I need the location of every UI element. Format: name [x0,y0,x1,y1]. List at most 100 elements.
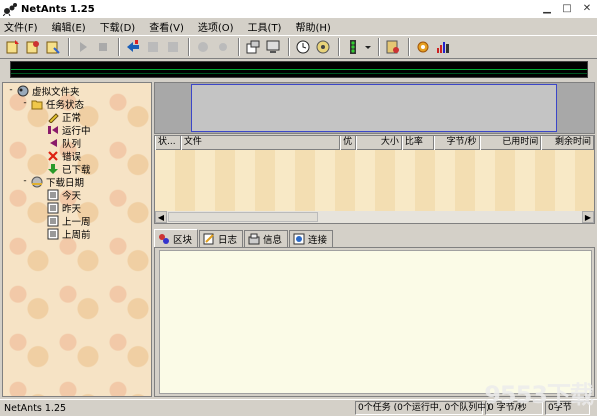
col-priority[interactable]: 优 [340,136,357,150]
calendar-icon [47,215,59,227]
download-arrow-icon [47,163,59,175]
list-header: 状... 文件 优 大小 比率 字节/秒 已用时间 剩余时间 [155,136,595,150]
watermark-logo: 9553下载 [484,381,594,409]
ant-icon [2,2,17,17]
ant-status-icon[interactable] [384,38,402,56]
calendar-icon [47,189,59,201]
new-task-icon[interactable] [4,38,22,56]
detail-tabs: 区块 日志 信息 连接 [154,229,595,247]
start-icon[interactable] [74,38,92,56]
toolbar [0,35,597,59]
copy-task-icon[interactable] [24,38,42,56]
connect-icon[interactable] [194,38,212,56]
tab-connections[interactable]: 连接 [289,230,334,247]
minimize-button[interactable]: ▁ [539,2,555,15]
collapse-toggle[interactable]: - [21,176,29,186]
status-tasks: 0个任务 (0个运行中, 0个队列中) [355,401,490,415]
paste-task-icon[interactable] [44,38,62,56]
monitor-icon[interactable] [264,38,282,56]
blocks-view[interactable] [159,250,592,394]
menu-file[interactable]: 文件(F) [4,19,38,34]
tree-item-before-last-week[interactable]: 上周前 [47,227,91,241]
traffic-light-icon[interactable] [344,38,362,56]
folder-icon [31,98,43,110]
tree-item-downloaded[interactable]: 已下载 [47,162,91,176]
title-bar: NetAnts 1.25 ▁ □ ✕ [0,0,597,18]
scroll-left-icon[interactable]: ◀ [155,211,167,223]
error-x-icon [47,150,59,162]
col-file[interactable]: 文件 [180,136,341,150]
pencil-icon [47,111,59,124]
list-body[interactable] [155,150,594,211]
tree-item-last-week[interactable]: 上一周 [47,214,91,228]
tree-item-normal[interactable]: 正常 [47,110,81,124]
tree-item-error[interactable]: 错误 [47,149,81,163]
tree-item-queue[interactable]: 队列 [47,136,81,150]
queue-icon [47,137,59,149]
options-gear-icon[interactable] [414,38,432,56]
tab-log[interactable]: 日志 [199,230,244,247]
calendar-icon [47,228,59,240]
toolbar-separator [238,38,240,56]
tree-task-status[interactable]: 任务状态 [31,97,84,111]
delete-icon[interactable] [164,38,182,56]
col-status[interactable]: 状... [155,136,181,150]
schedule-icon[interactable] [144,38,162,56]
col-remaining[interactable]: 剩余时间 [541,136,595,150]
folders-icon[interactable] [314,38,332,56]
app-window: NetAnts 1.25 ▁ □ ✕ 文件(F) 编辑(E) 下载(D) 查看(… [0,0,597,416]
scroll-thumb[interactable] [168,212,318,222]
status-app-name: NetAnts 1.25 [4,402,67,414]
menu-tools[interactable]: 工具(T) [248,19,282,34]
toolbar-separator [188,38,190,56]
date-folder-icon [31,176,43,188]
tab-info[interactable]: 信息 [244,230,289,247]
toolbar-separator [378,38,380,56]
block-graph [191,84,557,132]
tree-root[interactable]: 虚拟文件夹 [17,84,80,98]
block-graph-panel [154,82,595,134]
tab-blocks[interactable]: 区块 [154,229,199,247]
running-icon [47,124,59,136]
speed-graph [10,61,588,78]
folder-tree: - 虚拟文件夹 - 任务状态 正常 运行中 队列 错误 已下载 - 下载日期 今… [2,82,152,397]
horizontal-scrollbar[interactable]: ◀ ▶ [155,211,594,223]
menu-bar: 文件(F) 编辑(E) 下载(D) 查看(V) 选项(O) 工具(T) 帮助(H… [0,18,597,35]
blocks-icon [158,233,170,245]
col-bytes-per-sec[interactable]: 字节/秒 [433,136,480,150]
settings-icon[interactable] [214,38,232,56]
clock-icon[interactable] [294,38,312,56]
close-button[interactable]: ✕ [579,2,595,15]
toolbar-separator [68,38,70,56]
info-icon [248,233,260,245]
scroll-right-icon[interactable]: ▶ [582,211,594,223]
tree-download-date[interactable]: 下载日期 [31,175,84,189]
menu-view[interactable]: 查看(V) [149,19,184,34]
menu-edit[interactable]: 编辑(E) [52,19,86,34]
properties-icon[interactable] [244,38,262,56]
toolbar-separator [338,38,340,56]
menu-help[interactable]: 帮助(H) [295,19,330,34]
log-pencil-icon [203,233,215,245]
col-elapsed[interactable]: 已用时间 [479,136,542,150]
maximize-button[interactable]: □ [559,2,575,15]
toolbar-separator [288,38,290,56]
dropdown-arrow-icon[interactable] [364,38,372,56]
col-size[interactable]: 大小 [356,136,402,150]
calendar-icon [47,202,59,214]
tree-item-running[interactable]: 运行中 [47,123,91,137]
tree-item-yesterday[interactable]: 昨天 [47,201,81,215]
connection-icon [293,233,305,245]
menu-options[interactable]: 选项(O) [198,19,234,34]
collapse-toggle[interactable]: - [7,85,15,95]
toolbar-separator [408,38,410,56]
collapse-toggle[interactable]: - [21,98,29,108]
virtual-folder-icon [17,85,29,97]
menu-download[interactable]: 下载(D) [100,19,136,34]
col-ratio[interactable]: 比率 [401,136,434,150]
stats-icon[interactable] [434,38,452,56]
stop-icon[interactable] [94,38,112,56]
download-all-icon[interactable] [124,38,142,56]
tree-item-today[interactable]: 今天 [47,188,81,202]
task-list: 状... 文件 优 大小 比率 字节/秒 已用时间 剩余时间 ◀ ▶ [154,135,595,224]
